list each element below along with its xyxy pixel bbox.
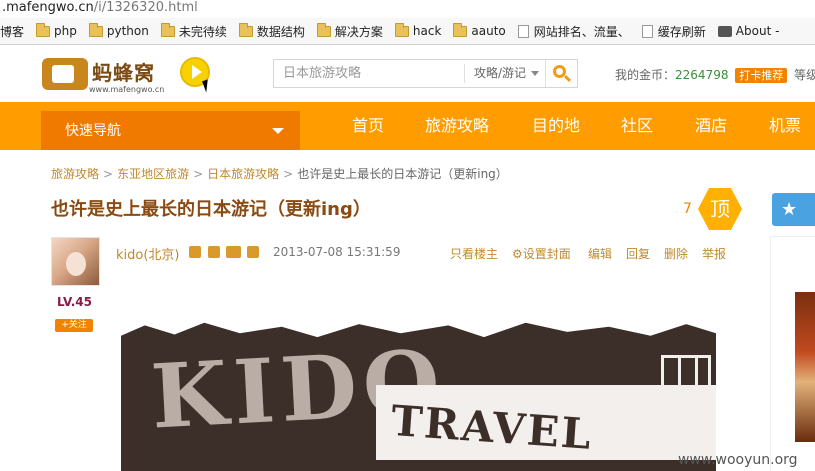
card-icon bbox=[226, 246, 241, 258]
logo-url: www.mafengwo.cn bbox=[89, 85, 165, 94]
bookmark-php[interactable]: php bbox=[32, 20, 83, 42]
set-cover-label: 设置封面 bbox=[522, 247, 571, 261]
bookmark-label: python bbox=[106, 24, 149, 38]
bookmark-label: php bbox=[54, 24, 77, 38]
address-path: /i/1326320.html bbox=[93, 0, 198, 15]
site-logo[interactable]: 蚂蜂窝 www.mafengwo.cn bbox=[42, 54, 164, 98]
post-cover-image: KIDO TRAVEL bbox=[121, 315, 716, 471]
nav-travel-guide[interactable]: 旅游攻略 bbox=[425, 102, 489, 150]
logo-text: 蚂蜂窝 bbox=[92, 61, 155, 85]
quick-nav-dropdown[interactable]: 快速导航 bbox=[41, 111, 300, 150]
chevron-down-icon bbox=[272, 128, 284, 134]
address-host: .mafengwo.cn bbox=[2, 0, 94, 15]
quick-nav-label: 快速导航 bbox=[65, 123, 121, 139]
page-icon bbox=[641, 24, 653, 38]
nav-home[interactable]: 首页 bbox=[352, 102, 384, 150]
mouse-cursor-icon bbox=[202, 79, 212, 93]
follow-button[interactable]: +关注 bbox=[55, 319, 93, 332]
folder-icon bbox=[88, 22, 103, 37]
coins-value: 2264798 bbox=[675, 68, 729, 82]
bookmark-label: 未完待续 bbox=[178, 24, 227, 39]
top-count: 7 bbox=[683, 201, 692, 217]
search-input[interactable] bbox=[274, 60, 464, 87]
bookmark-label: 缓存刷新 bbox=[657, 24, 706, 39]
folder-icon bbox=[394, 22, 409, 37]
post-meta: kido(北京) 2013-07-08 15:31:59 只看楼主 ⚙设置封面 … bbox=[116, 244, 731, 263]
badge-icon bbox=[189, 246, 201, 258]
bookmark-about[interactable]: About - bbox=[714, 20, 786, 42]
avatar[interactable] bbox=[51, 237, 100, 286]
bookmark-label: 数据结构 bbox=[256, 24, 305, 39]
watermark: www.wooyun.org bbox=[678, 452, 798, 468]
bookmark-python[interactable]: python bbox=[85, 20, 155, 42]
main-nav: 快速导航 首页 旅游攻略 目的地 社区 酒店 机票 bbox=[0, 102, 815, 150]
side-panel bbox=[770, 236, 815, 471]
page-title: 也许是史上最长的日本游记（更新ing） bbox=[51, 199, 371, 220]
page-icon bbox=[517, 24, 529, 38]
bookmark-aauto[interactable]: aauto bbox=[449, 20, 511, 42]
nav-hotel[interactable]: 酒店 bbox=[695, 102, 727, 150]
logo-emblem bbox=[42, 58, 88, 90]
punch-button[interactable]: 打卡推荐 bbox=[735, 68, 788, 83]
bookmark-cache-refresh[interactable]: 缓存刷新 bbox=[638, 20, 712, 42]
address-bar[interactable]: .mafengwo.cn/i/1326320.html bbox=[0, 0, 815, 18]
folder-icon bbox=[238, 22, 253, 37]
only-author-link[interactable]: 只看楼主 bbox=[450, 245, 498, 262]
reply-link[interactable]: 回复 bbox=[626, 245, 650, 262]
side-photo[interactable] bbox=[795, 292, 815, 442]
site-header: 蚂蜂窝 www.mafengwo.cn 攻略/游记 我的金币：2264798 打… bbox=[0, 46, 815, 102]
breadcrumb: 旅游攻略 > 东亚地区旅游 > 日本旅游攻略 > 也许是史上最长的日本游记（更新ing） bbox=[51, 167, 508, 181]
star-icon: ★ bbox=[781, 199, 798, 220]
bookmarks-bar: 博客 php python 未完待续 数据结构 解决方案 hack aauto … bbox=[0, 18, 815, 45]
breadcrumb-current: 也许是史上最长的日本游记（更新ing） bbox=[297, 167, 508, 181]
set-cover-link[interactable]: ⚙设置封面 bbox=[512, 245, 571, 262]
user-level: LV.45 bbox=[57, 295, 92, 309]
breadcrumb-travel-guide[interactable]: 旅游攻略 bbox=[51, 167, 99, 181]
search-type-label: 攻略/游记 bbox=[474, 66, 527, 80]
search-box: 攻略/游记 bbox=[273, 59, 578, 88]
bookmark-label: 博客 bbox=[0, 24, 25, 39]
nav-flights[interactable]: 机票 bbox=[769, 102, 801, 150]
bookmark-label: aauto bbox=[471, 24, 506, 38]
search-button[interactable] bbox=[545, 60, 577, 87]
folder-icon bbox=[316, 22, 331, 37]
bookmark-solutions[interactable]: 解决方案 bbox=[313, 20, 389, 42]
gear-icon: ⚙ bbox=[512, 247, 523, 261]
bookmark-hack[interactable]: hack bbox=[391, 20, 448, 42]
author-name[interactable]: kido(北京) bbox=[116, 244, 180, 263]
report-link[interactable]: 举报 bbox=[702, 245, 726, 262]
bookmark-label: 网站排名、流量、 bbox=[533, 24, 630, 39]
folder-icon bbox=[36, 22, 51, 37]
bookmark-label: About - bbox=[735, 24, 780, 38]
camera-icon bbox=[247, 246, 259, 258]
chevron-down-icon bbox=[531, 71, 540, 76]
search-type-select[interactable]: 攻略/游记 bbox=[464, 64, 544, 83]
favorite-tab[interactable]: ★ bbox=[772, 193, 815, 226]
tool-icon bbox=[208, 246, 220, 258]
delete-link[interactable]: 删除 bbox=[664, 245, 688, 262]
edit-link[interactable]: 编辑 bbox=[588, 245, 612, 262]
breadcrumb-japan-guide[interactable]: 日本旅游攻略 bbox=[207, 167, 279, 181]
top-button[interactable]: 顶 bbox=[698, 188, 742, 230]
bookmark-site-ranking[interactable]: 网站排名、流量、 bbox=[514, 20, 636, 42]
level-label[interactable]: 等级 bbox=[794, 68, 815, 82]
user-info: 我的金币：2264798 打卡推荐 等级 bbox=[615, 66, 815, 83]
bookmark-unfinished[interactable]: 未完待续 bbox=[157, 20, 233, 42]
breadcrumb-east-asia[interactable]: 东亚地区旅游 bbox=[117, 167, 189, 181]
bookmark-label: hack bbox=[412, 24, 442, 38]
post-date: 2013-07-08 15:31:59 bbox=[273, 245, 401, 259]
folder-icon bbox=[160, 22, 175, 37]
bookmark-data-structures[interactable]: 数据结构 bbox=[235, 20, 311, 42]
nav-destination[interactable]: 目的地 bbox=[532, 102, 580, 150]
about-icon bbox=[717, 25, 732, 37]
window-graphic bbox=[661, 355, 711, 445]
coins-label: 我的金币： bbox=[615, 68, 676, 82]
bookmark-label: 解决方案 bbox=[334, 24, 383, 39]
folder-icon bbox=[453, 22, 468, 37]
nav-community[interactable]: 社区 bbox=[621, 102, 653, 150]
bookmark-blog[interactable]: 博客 bbox=[0, 20, 30, 42]
